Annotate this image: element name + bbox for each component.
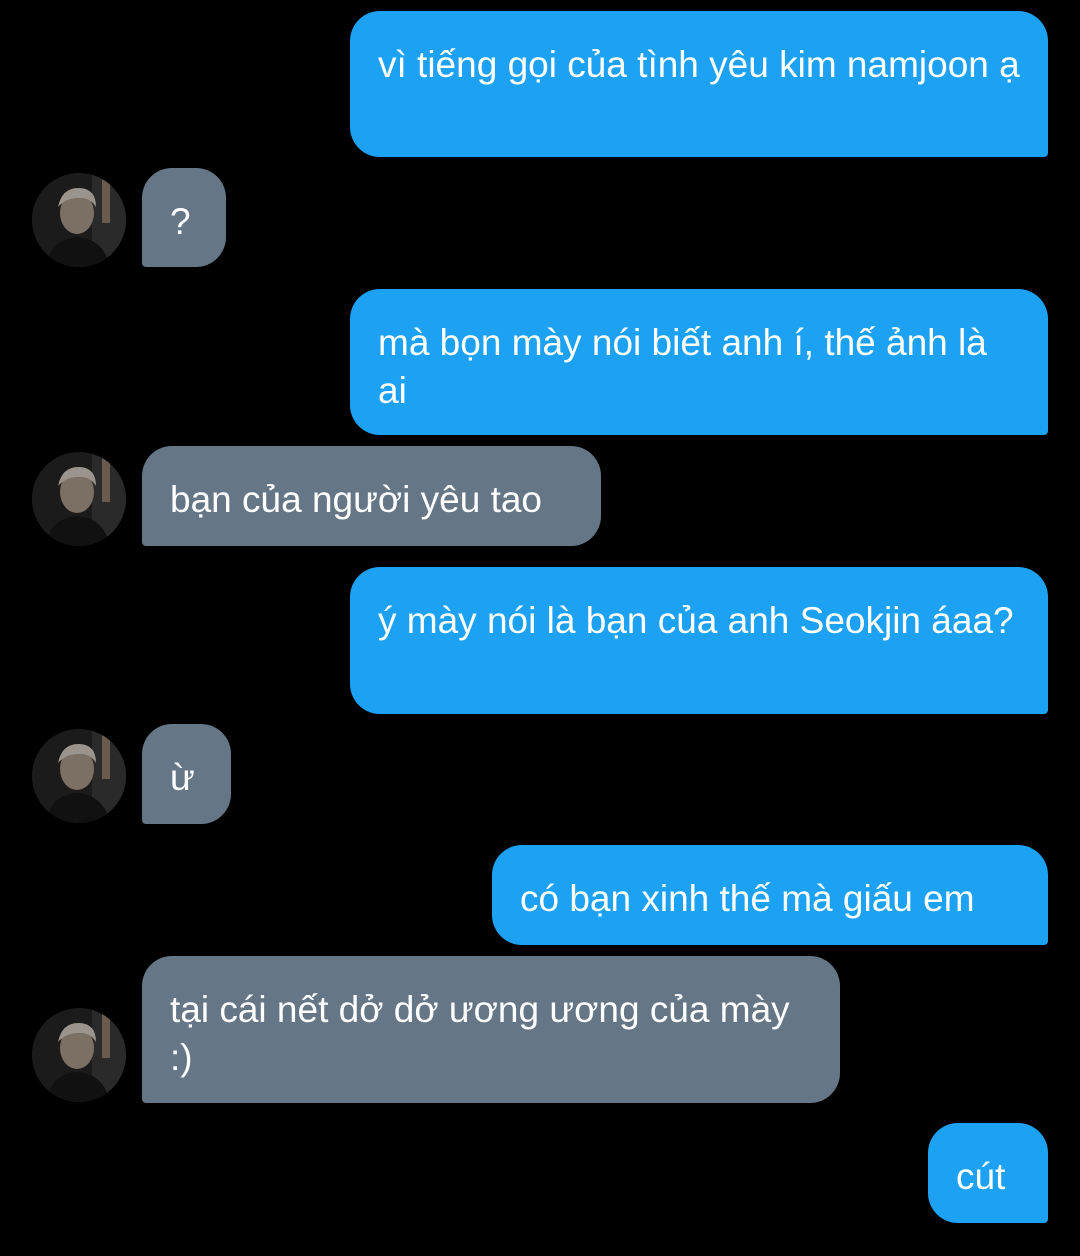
contact-avatar[interactable]	[32, 729, 126, 823]
message-bubble-received[interactable]: bạn của người yêu tao	[142, 446, 601, 546]
contact-avatar[interactable]	[32, 452, 126, 546]
message-bubble-sent[interactable]: có bạn xinh thế mà giấu em	[492, 845, 1048, 945]
message-bubble-sent[interactable]: vì tiếng gọi của tình yêu kim namjoon ạ	[350, 11, 1048, 157]
avatar-photo-icon	[32, 173, 126, 267]
avatar-photo-icon	[32, 729, 126, 823]
message-bubble-received[interactable]: ừ	[142, 724, 231, 824]
avatar-photo-icon	[32, 1008, 126, 1102]
avatar-photo-icon	[32, 452, 126, 546]
message-bubble-received[interactable]: tại cái nết dở dở ương ương của mày :)	[142, 956, 840, 1103]
contact-avatar[interactable]	[32, 173, 126, 267]
message-bubble-received[interactable]: ?	[142, 168, 226, 267]
message-bubble-sent[interactable]: ý mày nói là bạn của anh Seokjin áaa?	[350, 567, 1048, 714]
contact-avatar[interactable]	[32, 1008, 126, 1102]
message-bubble-sent[interactable]: mà bọn mày nói biết anh í, thế ảnh là ai	[350, 289, 1048, 435]
message-bubble-sent[interactable]: cút	[928, 1123, 1048, 1223]
